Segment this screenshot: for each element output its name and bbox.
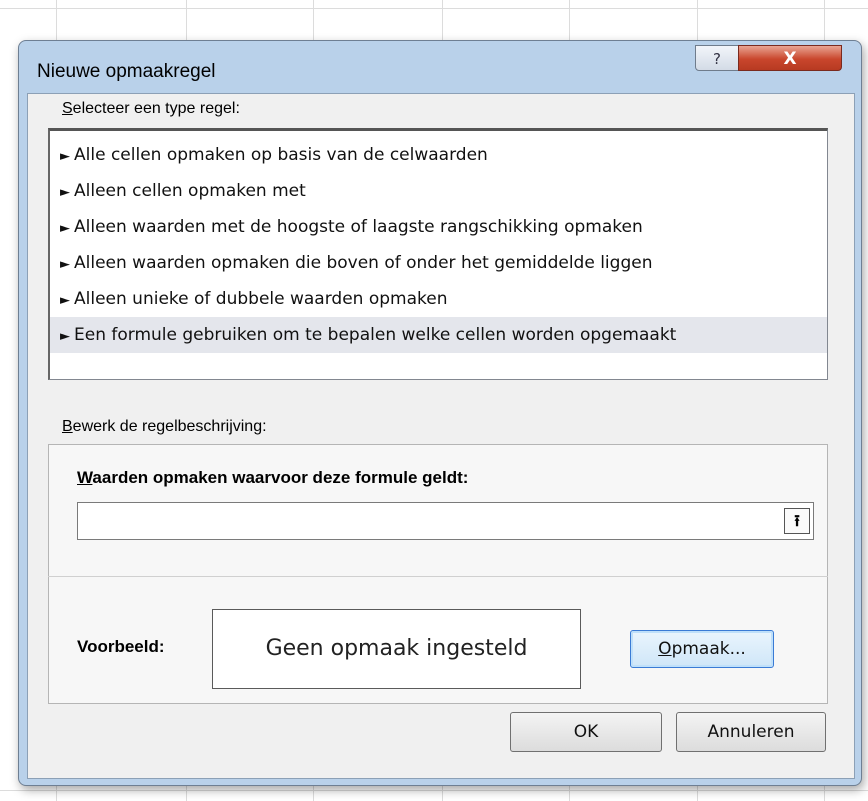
rule-type-list[interactable]: ► Alle cellen opmaken op basis van de cel… xyxy=(48,128,828,380)
label-text: ewerk de regelbeschrijving: xyxy=(72,418,267,435)
label-accelerator: B xyxy=(62,418,73,435)
collapse-dialog-button[interactable]: ⭱ xyxy=(784,508,810,534)
format-preview: Geen opmaak ingesteld xyxy=(212,609,581,689)
button-label: pmaak... xyxy=(671,639,746,659)
label-text: aarden opmaken waarvoor deze formule gel… xyxy=(92,468,469,487)
formula-input[interactable] xyxy=(77,502,814,540)
rule-type-label: Alleen waarden opmaken die boven of onde… xyxy=(74,253,653,273)
divider xyxy=(48,576,828,577)
rule-type-item[interactable]: ► Alleen waarden met de hoogste of laagst… xyxy=(50,209,827,245)
label-text: electeer een type regel: xyxy=(72,100,240,117)
help-button[interactable]: ? xyxy=(695,45,739,71)
dialog-title: Nieuwe opmaakregel xyxy=(37,61,216,82)
arrow-right-icon: ► xyxy=(60,257,70,272)
grid-line xyxy=(0,790,868,791)
format-button[interactable]: Opmaak... xyxy=(630,630,774,668)
grid-line xyxy=(0,8,868,9)
close-button[interactable]: X xyxy=(738,45,842,71)
preview-text: Geen opmaak ingesteld xyxy=(265,636,528,661)
formula-label: Waarden opmaken waarvoor deze formule ge… xyxy=(77,468,468,488)
rule-type-label: Alleen unieke of dubbele waarden opmaken xyxy=(74,289,448,309)
preview-label: Voorbeeld: xyxy=(77,637,165,656)
label-accelerator: O xyxy=(658,639,672,659)
arrow-right-icon: ► xyxy=(60,293,70,308)
rule-type-label: Alle cellen opmaken op basis van de celw… xyxy=(74,145,488,165)
label-accelerator: S xyxy=(62,100,73,117)
rule-type-item[interactable]: ► Alleen waarden opmaken die boven of ond… xyxy=(50,245,827,281)
select-rule-type-label: Selecteer een type regel: xyxy=(62,100,240,118)
rule-type-label: Een formule gebruiken om te bepalen welk… xyxy=(74,325,677,345)
arrow-right-icon: ► xyxy=(60,329,70,344)
help-icon: ? xyxy=(713,50,721,68)
rule-type-item[interactable]: ► Alleen unieke of dubbele waarden opmake… xyxy=(50,281,827,317)
rule-type-item[interactable]: ► Alleen cellen opmaken met xyxy=(50,173,827,209)
title-bar[interactable]: Nieuwe opmaakregel ? X xyxy=(19,41,861,93)
arrow-right-icon: ► xyxy=(60,149,70,164)
label-accelerator: W xyxy=(77,468,93,487)
edit-rule-description-label: Bewerk de regelbeschrijving: xyxy=(62,418,267,436)
rule-type-label: Alleen cellen opmaken met xyxy=(74,181,306,201)
arrow-right-icon: ► xyxy=(60,185,70,200)
arrow-right-icon: ► xyxy=(60,221,70,236)
upload-arrow-icon: ⭱ xyxy=(794,511,800,530)
rule-type-label: Alleen waarden met de hoogste of laagste… xyxy=(74,217,643,237)
cancel-button[interactable]: Annuleren xyxy=(676,712,826,752)
rule-type-item-selected[interactable]: ► Een formule gebruiken om te bepalen wel… xyxy=(50,317,827,353)
ok-button[interactable]: OK xyxy=(510,712,662,752)
rule-type-item[interactable]: ► Alle cellen opmaken op basis van de cel… xyxy=(50,137,827,173)
close-icon: X xyxy=(783,49,797,69)
